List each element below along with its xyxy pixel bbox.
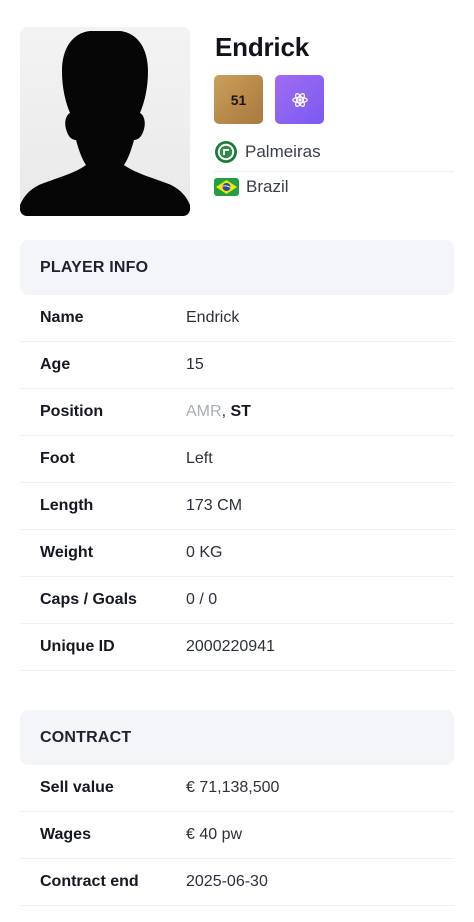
atom-icon [291,92,308,107]
info-row-age: Age 15 [20,342,454,389]
info-row-foot: Foot Left [20,436,454,483]
contract-row-sell-value: Sell value € 71,138,500 [20,765,454,812]
contract-row-contract-end: Contract end 2025-06-30 [20,859,454,906]
row-label: Foot [40,450,75,467]
info-row-weight: Weight 0 KG [20,530,454,577]
row-label: Name [40,309,84,326]
role-badge[interactable] [275,75,324,124]
info-row-length: Length 173 CM [20,483,454,530]
row-label: Position [40,403,104,420]
club-link[interactable]: Palmeiras [214,140,321,164]
row-label: Wages [40,826,91,843]
info-row-position: Position AMR, ST [20,389,454,436]
country-link[interactable]: Brazil [214,177,289,197]
club-name: Palmeiras [245,142,321,161]
info-row-caps-goals: Caps / Goals 0 / 0 [20,577,454,624]
row-value: Endrick [186,309,240,326]
row-value: 0 KG [186,544,223,561]
position-value: AMR, ST [186,389,251,435]
primary-position: ST [230,403,251,420]
player-info-table: Name Endrick Age 15 Position AMR, ST Foo… [20,295,454,671]
row-label: Contract end [40,873,139,890]
row-value: 15 [186,356,204,373]
club-crest-icon [215,141,237,163]
row-value: 173 CM [186,497,243,514]
contract-table: Sell value € 71,138,500 Wages € 40 pw Co… [20,765,454,906]
player-profile-page: Endrick 51 Palmeiras Brazil PLAYER INFO … [0,0,474,922]
player-avatar [20,27,190,216]
row-value: € 71,138,500 [186,779,280,796]
contract-header: CONTRACT [20,710,454,765]
silhouette-icon [20,31,190,216]
player-info-header: PLAYER INFO [20,240,454,295]
row-value: € 40 pw [186,826,243,843]
row-label: Weight [40,544,94,561]
player-badges: 51 [214,75,324,124]
secondary-position: AMR [186,403,222,420]
row-value: 2025-06-30 [186,873,268,890]
contract-title: CONTRACT [40,728,132,746]
row-value: Left [186,450,213,467]
row-label: Sell value [40,779,114,796]
player-name: Endrick [215,32,309,62]
meta-divider [214,171,454,172]
player-info-title: PLAYER INFO [40,258,149,276]
player-header: Endrick 51 Palmeiras Brazil [20,27,454,217]
country-name: Brazil [246,177,289,196]
brazil-flag-icon [214,178,239,196]
row-label: Age [40,356,71,373]
rating-badge: 51 [214,75,263,124]
row-label: Length [40,497,94,514]
info-row-unique-id: Unique ID 2000220941 [20,624,454,671]
info-row-name: Name Endrick [20,295,454,342]
row-value: 0 / 0 [186,591,218,608]
row-label: Unique ID [40,638,115,655]
row-label: Caps / Goals [40,591,137,608]
contract-row-wages: Wages € 40 pw [20,812,454,859]
row-value: 2000220941 [186,638,275,655]
